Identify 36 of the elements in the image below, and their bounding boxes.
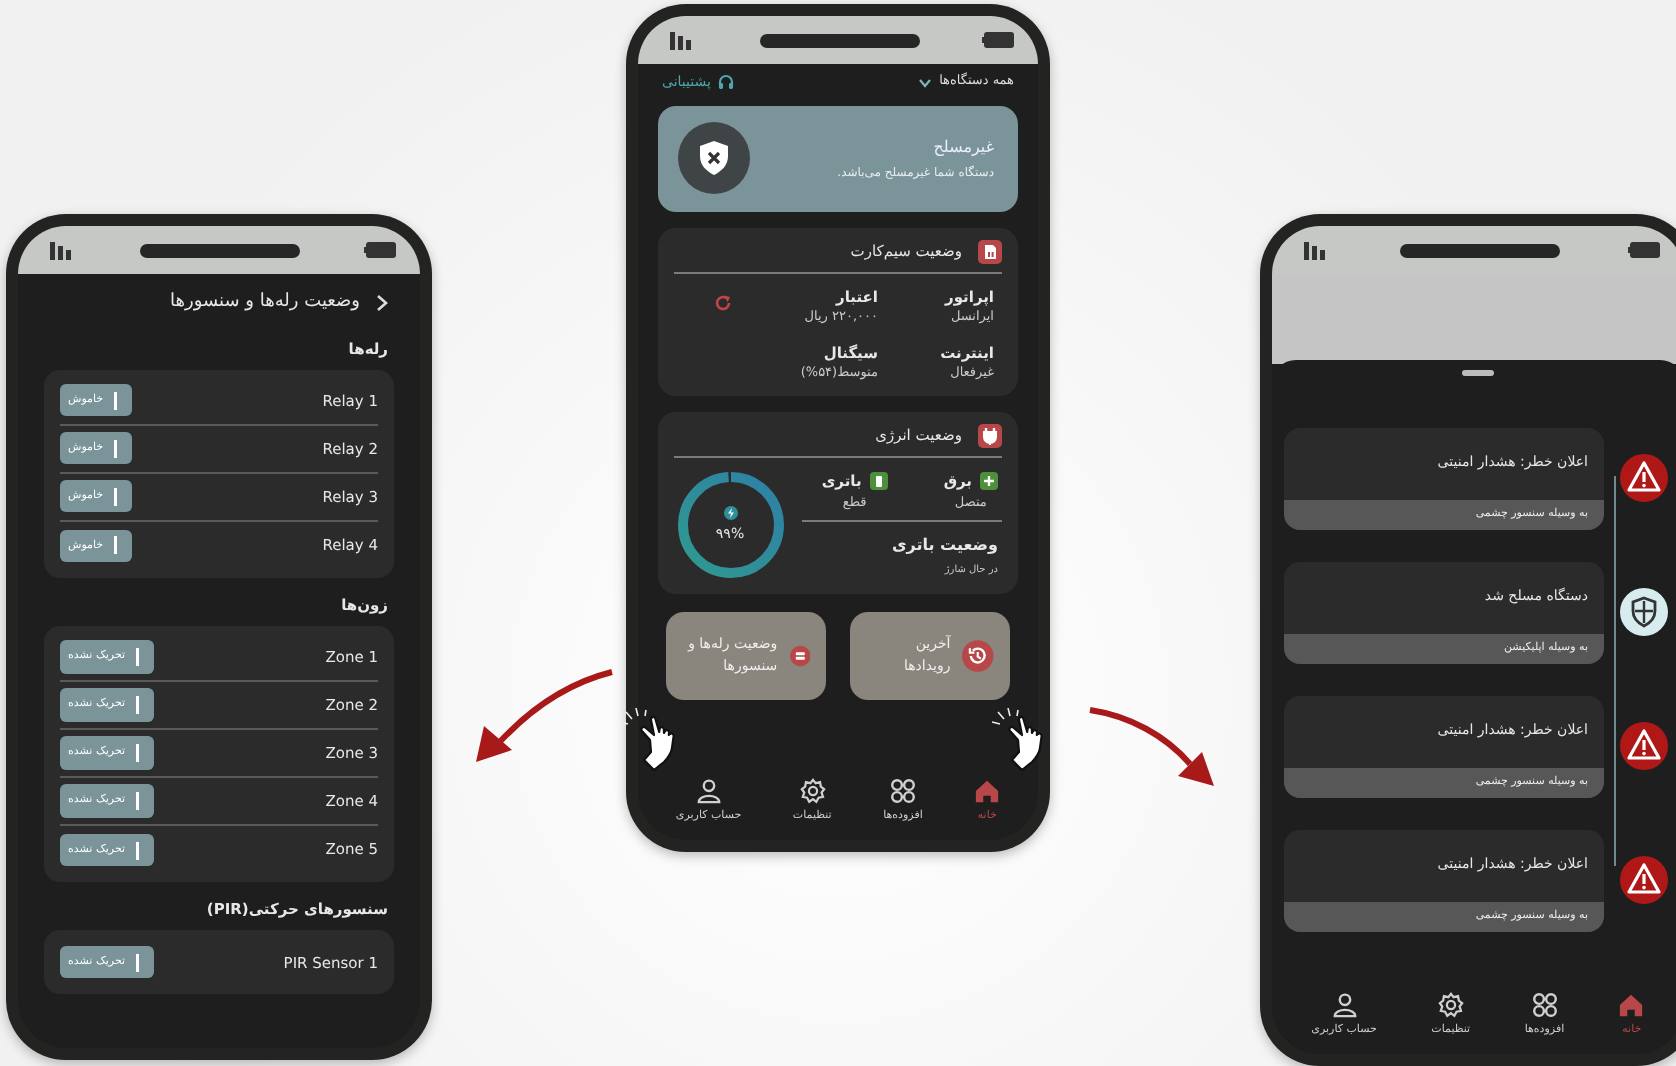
battery-icon	[364, 242, 396, 258]
user-icon	[695, 777, 722, 804]
grid-icon	[889, 777, 916, 804]
sim-card-icon	[978, 239, 1002, 263]
plug-icon	[978, 423, 1002, 447]
grid-icon	[1531, 991, 1558, 1018]
signal-bars-icon	[670, 31, 696, 49]
history-icon	[962, 639, 994, 671]
warning-icon	[1620, 856, 1668, 904]
shield-x-icon	[698, 140, 730, 176]
gear-icon	[1437, 991, 1464, 1018]
battery-icon	[982, 32, 1014, 48]
curved-arrow	[476, 669, 613, 762]
refresh-icon[interactable]	[713, 293, 731, 311]
warning-icon	[1620, 722, 1668, 770]
screen-title: وضعیت رله‌ها و سنسورها	[170, 290, 360, 316]
back-icon[interactable]	[376, 294, 388, 313]
signal-bars-icon	[1304, 241, 1330, 259]
power-icon	[980, 472, 998, 491]
battery-status-label: وضعیت باتری	[889, 534, 998, 559]
arm-status-title: غیرمسلح	[931, 135, 994, 159]
sheet-handle	[1462, 370, 1494, 375]
battery-icon	[1628, 242, 1660, 258]
shield-icon	[1620, 588, 1668, 636]
gear-icon	[799, 777, 826, 804]
home-icon	[974, 777, 1001, 804]
headset-icon	[718, 74, 735, 91]
user-icon	[1331, 991, 1358, 1018]
curved-arrow	[1089, 707, 1214, 786]
home-icon	[1618, 991, 1645, 1018]
bolt-icon	[723, 505, 737, 520]
battery-icon	[869, 472, 888, 491]
chevron-down-icon	[917, 77, 932, 88]
tap-gesture-icon	[620, 708, 680, 772]
signal-bars-icon	[50, 241, 76, 259]
warning-icon	[1620, 454, 1668, 502]
